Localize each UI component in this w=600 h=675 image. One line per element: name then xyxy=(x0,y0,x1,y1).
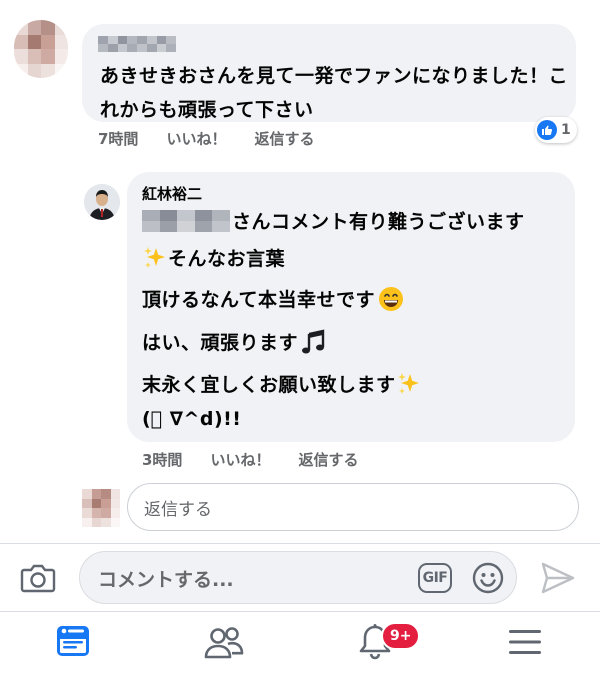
reply-line-4-text: はい、頑張ります xyxy=(142,332,299,354)
comment-like-button[interactable]: いいね！ xyxy=(166,128,226,149)
nav-divider xyxy=(0,611,600,612)
reply-line-2: そんなお言葉 xyxy=(142,244,285,271)
reply-timestamp[interactable]: 3時間 xyxy=(142,449,182,470)
reply-line-1-text: さんコメント有り難うございます xyxy=(232,211,525,233)
grin-emoji-icon xyxy=(379,286,404,311)
friends-icon[interactable] xyxy=(204,624,244,660)
reply-line-1: さんコメント有り難うございます xyxy=(142,207,525,234)
reply-line-5: 末永く宜しくお願い致します xyxy=(142,370,422,397)
commenter-name-blurred[interactable] xyxy=(98,36,176,52)
composer-divider xyxy=(0,543,600,544)
comment-composer-placeholder[interactable]: コメントする... xyxy=(98,565,234,592)
reply-author-avatar[interactable] xyxy=(84,184,120,220)
notification-badge: 9+ xyxy=(381,622,421,650)
camera-icon[interactable] xyxy=(20,562,56,594)
menu-icon[interactable] xyxy=(506,626,544,658)
reply-input[interactable]: 返信する xyxy=(127,483,579,531)
reply-reply-button[interactable]: 返信する xyxy=(298,449,358,470)
reply-line-5-text: 末永く宜しくお願い致します xyxy=(142,374,396,396)
feed-icon[interactable] xyxy=(55,623,91,659)
reply-line-3-text: 頂けるなんて本当幸せです xyxy=(142,289,376,311)
reply-actions: 3時間 いいね！ 返信する xyxy=(142,449,358,470)
comment-text: あきせきおさんを見て一発でファンになりました！これからも頑張って下さい xyxy=(100,65,569,121)
gif-icon[interactable]: GIF xyxy=(418,563,452,593)
comment-reply-button[interactable]: 返信する xyxy=(254,128,314,149)
send-icon[interactable] xyxy=(540,561,576,595)
reply-line-2-text: そんなお言葉 xyxy=(168,248,286,270)
smiley-icon[interactable] xyxy=(472,562,504,594)
reply-input-placeholder: 返信する xyxy=(144,499,212,520)
reply-like-button[interactable]: いいね！ xyxy=(210,449,270,470)
reply-author-name[interactable]: 紅林裕二 xyxy=(142,183,202,204)
reply-line-6: (ﾟ ∇^d)!! xyxy=(142,408,241,430)
like-icon xyxy=(537,120,557,140)
current-user-avatar xyxy=(82,489,120,527)
sparkle-icon xyxy=(397,372,419,394)
commenter-avatar[interactable] xyxy=(14,20,68,78)
music-note-icon xyxy=(302,329,325,353)
reaction-count: 1 xyxy=(561,122,571,138)
mentioned-name-blurred[interactable] xyxy=(142,209,230,232)
comment-actions: 7時間 いいね！ 返信する xyxy=(98,128,314,149)
comment-timestamp[interactable]: 7時間 xyxy=(98,128,138,149)
reply-line-6-text: (ﾟ ∇^d)!! xyxy=(142,408,242,430)
reaction-summary[interactable]: 1 xyxy=(535,117,577,143)
reply-line-4: はい、頑張ります xyxy=(142,328,325,355)
sparkle-icon xyxy=(144,246,165,268)
reply-line-3: 頂けるなんて本当幸せです xyxy=(142,285,404,312)
